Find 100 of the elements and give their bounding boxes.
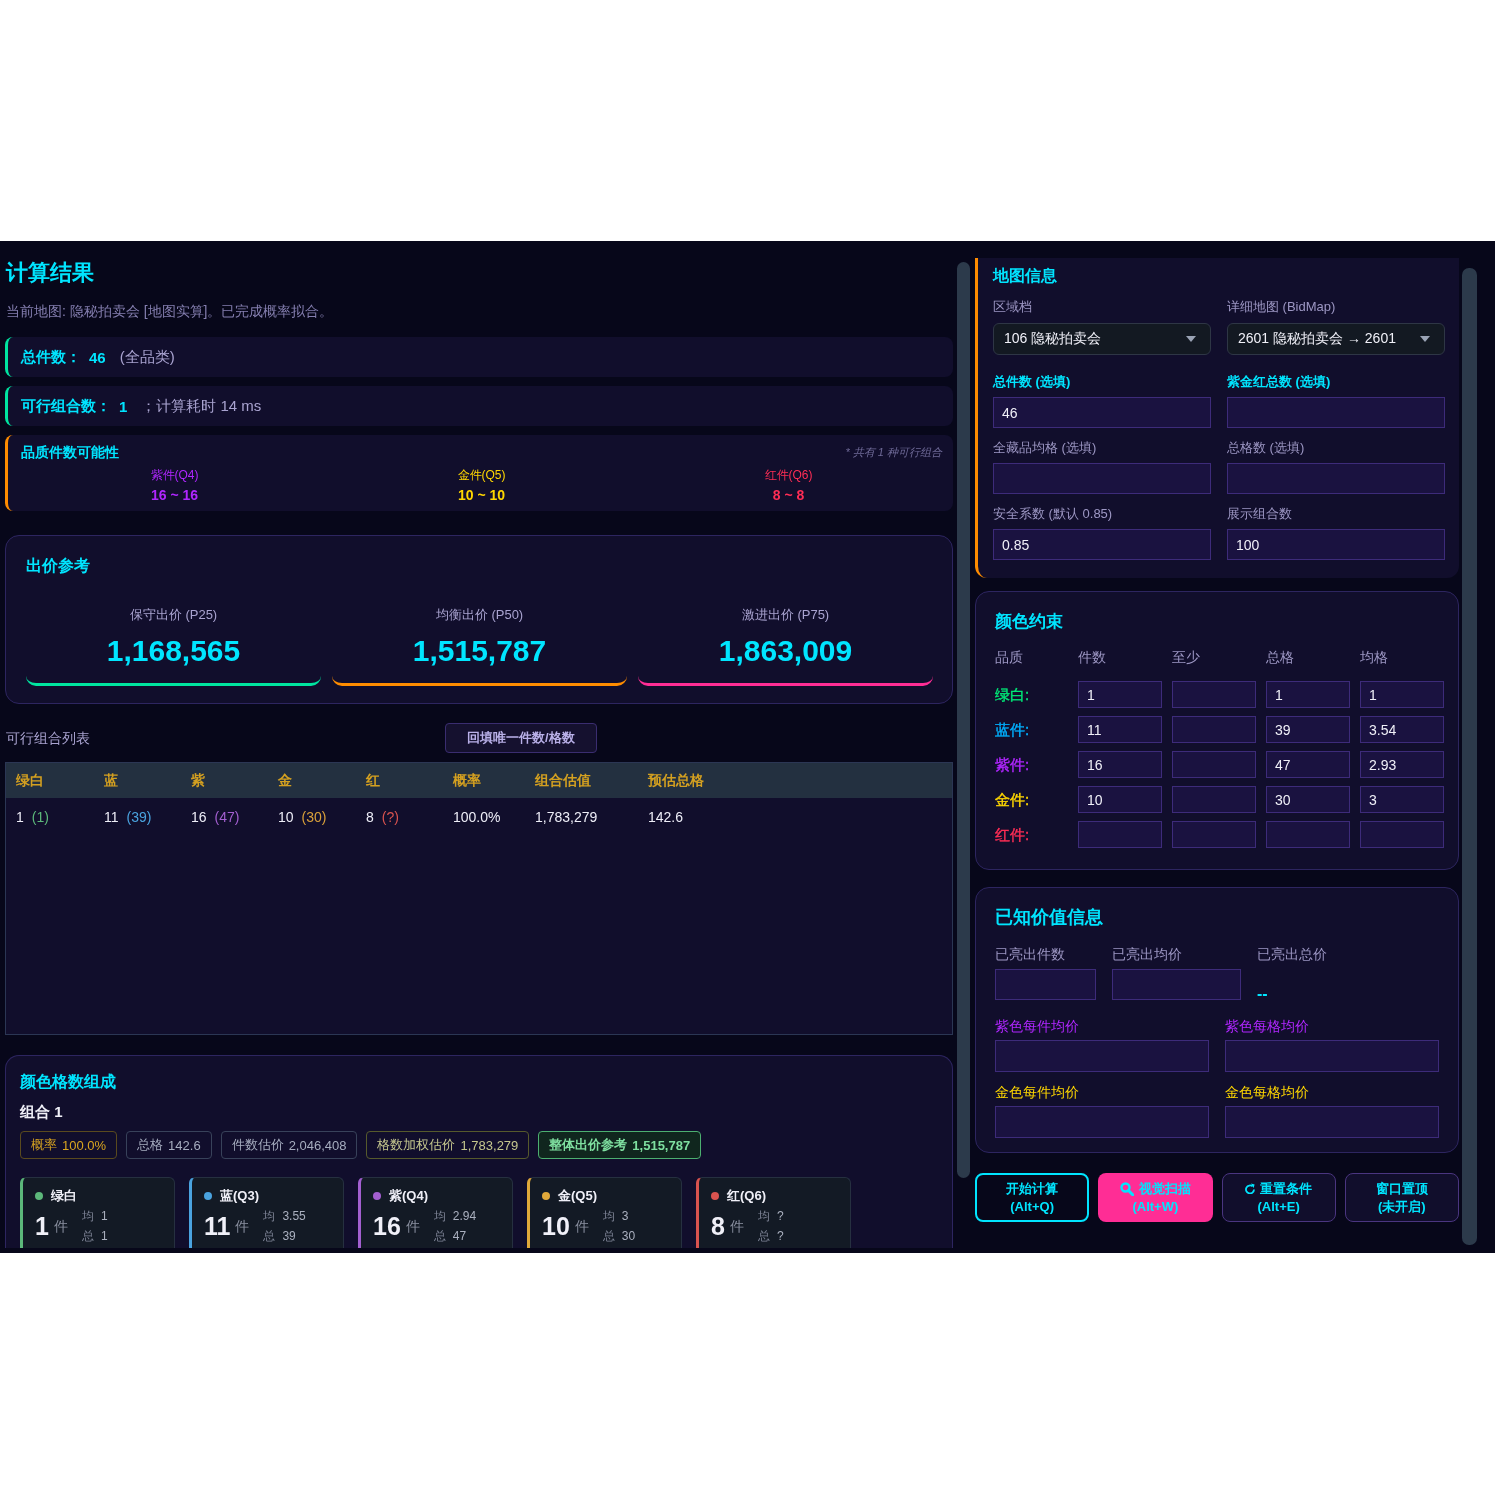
unit-label: 件 xyxy=(574,1217,589,1235)
count-value: 11 xyxy=(204,1211,231,1241)
input-field[interactable] xyxy=(995,1040,1209,1072)
action-button[interactable]: 窗口置顶 (未开启) xyxy=(1344,1173,1459,1222)
scrollbar-thumb[interactable] xyxy=(957,262,970,1178)
input-field[interactable] xyxy=(1078,821,1162,848)
combo-title: 组合 1 xyxy=(20,1103,63,1121)
input-field[interactable]: 1 xyxy=(1078,681,1162,708)
table-cell: 142.6 xyxy=(648,809,684,825)
total-text: 总 1 xyxy=(81,1228,108,1245)
input-field[interactable]: 10 xyxy=(1078,786,1162,813)
count-value: 16 xyxy=(373,1211,401,1241)
average-text: 均 ? xyxy=(757,1208,784,1225)
caret-icon xyxy=(1420,336,1430,342)
field-label: 总格数 (选填) xyxy=(1227,439,1305,457)
stat-chip: 总格 142.6 xyxy=(126,1131,212,1159)
table-cell: 100.0% xyxy=(453,809,501,825)
total-text: 总 47 xyxy=(433,1228,468,1245)
unit-label: 件 xyxy=(53,1217,68,1235)
input-field[interactable] xyxy=(1112,969,1241,1000)
value-readout: -- xyxy=(1257,984,1268,1004)
input-field[interactable]: 0.85 xyxy=(993,529,1211,560)
price-value: 1,863,009 xyxy=(718,633,853,669)
table-cell: 8 xyxy=(366,809,374,825)
input-field[interactable] xyxy=(1360,821,1444,848)
action-button[interactable]: 重置条件 (Alt+E) xyxy=(1221,1173,1336,1222)
count-range: 16 ~ 16 xyxy=(150,486,199,504)
input-field[interactable]: 1 xyxy=(1360,681,1444,708)
count-value: 1 xyxy=(35,1211,49,1241)
unit-label: 件 xyxy=(405,1217,420,1235)
quality-name: 绿白 xyxy=(51,1188,77,1204)
input-field[interactable]: 2.93 xyxy=(1360,751,1444,778)
reset-icon xyxy=(1245,1183,1256,1194)
average-text: 均 2.94 xyxy=(433,1208,477,1225)
total-text: 总 ? xyxy=(757,1228,784,1245)
table-cell: 10 xyxy=(278,809,294,825)
input-field[interactable]: 3.54 xyxy=(1360,716,1444,743)
unit-label: 件 xyxy=(729,1217,744,1235)
input-field[interactable] xyxy=(1227,463,1445,494)
caret-icon xyxy=(1186,336,1196,342)
input-field[interactable] xyxy=(1266,821,1350,848)
input-field[interactable]: 3 xyxy=(1360,786,1444,813)
input-field[interactable]: 11 xyxy=(1078,716,1162,743)
input-field[interactable] xyxy=(995,1106,1209,1138)
field-label: 全藏品均格 (选填) xyxy=(993,439,1097,457)
input-field[interactable] xyxy=(1172,821,1256,848)
input-field[interactable]: 39 xyxy=(1266,716,1350,743)
field-label: 金色每件均价 xyxy=(995,1083,1079,1101)
input-field[interactable]: 30 xyxy=(1266,786,1350,813)
field-label: 紫金红总数 (选填) xyxy=(1227,373,1331,391)
input-field[interactable]: 47 xyxy=(1266,751,1350,778)
input-field[interactable]: 16 xyxy=(1078,751,1162,778)
count-range: 10 ~ 10 xyxy=(457,486,506,504)
input-field[interactable]: 46 xyxy=(993,397,1211,428)
count-value: 8 xyxy=(711,1211,725,1241)
price-label: 激进出价 (P75) xyxy=(741,606,830,624)
column-header: 总格 xyxy=(1266,648,1294,666)
input-field[interactable] xyxy=(1172,751,1256,778)
scrollbar-thumb[interactable] xyxy=(1462,268,1477,1245)
quality-label: 红件: xyxy=(995,825,1030,845)
input-field[interactable] xyxy=(1225,1040,1439,1072)
summary-value: 46 xyxy=(89,348,106,366)
input-field[interactable] xyxy=(1172,681,1256,708)
field-label: 紫色每件均价 xyxy=(995,1017,1079,1035)
total-text: 总 39 xyxy=(263,1228,297,1245)
table-cell: 11 xyxy=(104,809,119,825)
count-value: 10 xyxy=(542,1211,570,1241)
input-field[interactable]: 100 xyxy=(1227,529,1445,560)
search-icon xyxy=(1119,1181,1134,1196)
fill-button[interactable]: 回填唯一件数/格数 xyxy=(445,722,597,753)
summary-label: 总件数： xyxy=(21,347,81,367)
quality-label: 金件(Q5) xyxy=(457,467,506,483)
footnote: * 共有 1 种可行组合 xyxy=(845,445,942,459)
section-label: 可行组合列表 xyxy=(6,728,90,747)
field-label: 安全系数 (默认 0.85) xyxy=(993,505,1113,523)
input-field[interactable] xyxy=(1172,786,1256,813)
price-label: 均衡出价 (P50) xyxy=(435,606,524,624)
map-status-text: 当前地图: 隐秘拍卖会 [地图实算]。已完成概率拟合。 xyxy=(6,302,334,320)
summary-note: ；计算耗时 14 ms xyxy=(141,396,262,416)
column-header: 件数 xyxy=(1078,648,1106,666)
column-header: 金 xyxy=(278,771,292,790)
column-header: 组合估值 xyxy=(535,771,591,790)
field-label: 金色每格均价 xyxy=(1225,1083,1309,1101)
panel-title: 颜色格数组成 xyxy=(20,1072,116,1092)
price-label: 保守出价 (P25) xyxy=(129,606,218,624)
column-header: 绿白 xyxy=(16,771,44,790)
page-title: 计算结果 xyxy=(6,261,94,285)
input-field[interactable] xyxy=(1172,716,1256,743)
input-field[interactable]: 1 xyxy=(1266,681,1350,708)
quality-name: 紫(Q4) xyxy=(389,1188,428,1204)
dropdown[interactable]: 2601 隐秘拍卖会 → 2601 xyxy=(1227,323,1445,355)
input-field[interactable] xyxy=(993,463,1211,494)
action-button[interactable]: 开始计算 (Alt+Q) xyxy=(975,1173,1090,1222)
unit-label: 件 xyxy=(235,1217,250,1235)
average-text: 均 1 xyxy=(81,1208,108,1225)
input-field[interactable] xyxy=(1225,1106,1439,1138)
dropdown[interactable]: 106 隐秘拍卖会 xyxy=(993,323,1211,355)
input-field[interactable] xyxy=(995,969,1096,1000)
input-field[interactable] xyxy=(1227,397,1445,428)
summary-value: 1 xyxy=(119,397,128,415)
